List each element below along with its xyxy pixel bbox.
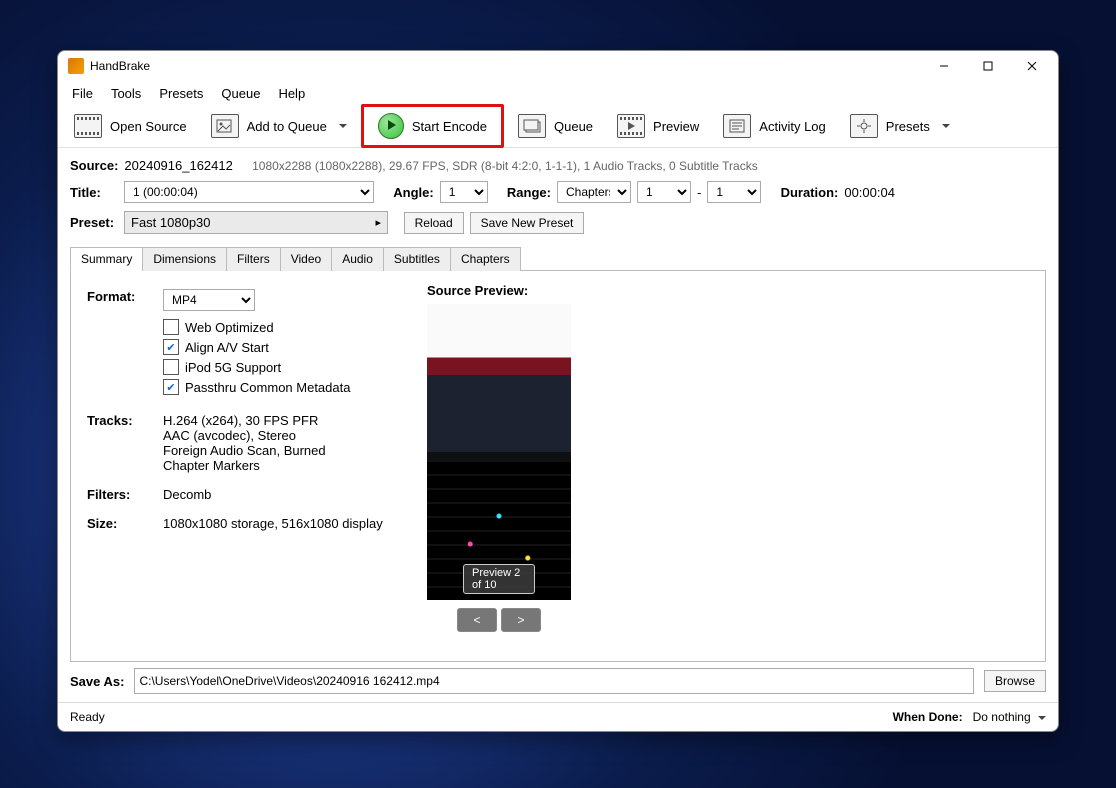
passthru-label: Passthru Common Metadata: [185, 380, 350, 395]
source-preview-label: Source Preview:: [427, 283, 1029, 298]
play-icon: [378, 113, 404, 139]
web-optimized-checkbox[interactable]: [163, 319, 179, 335]
maximize-button[interactable]: [966, 51, 1010, 81]
format-select[interactable]: MP4: [163, 289, 255, 311]
passthru-checkbox[interactable]: ✔: [163, 379, 179, 395]
statusbar: Ready When Done: Do nothing: [58, 702, 1058, 731]
source-preview-image: Preview 2 of 10: [427, 304, 571, 600]
range-type-select[interactable]: Chapters: [557, 181, 631, 203]
tab-video[interactable]: Video: [280, 247, 332, 271]
status-text: Ready: [70, 710, 105, 724]
tab-chapters[interactable]: Chapters: [450, 247, 521, 271]
open-source-label: Open Source: [110, 119, 187, 134]
duration-label: Duration:: [781, 185, 839, 200]
activity-log-label: Activity Log: [759, 119, 825, 134]
tabs: Summary Dimensions Filters Video Audio S…: [70, 246, 1046, 271]
preview-next-button[interactable]: >: [501, 608, 541, 632]
presets-button[interactable]: Presets: [840, 110, 960, 142]
web-optimized-label: Web Optimized: [185, 320, 274, 335]
menu-presets[interactable]: Presets: [151, 84, 211, 103]
start-encode-label: Start Encode: [412, 119, 487, 134]
filters-label: Filters:: [87, 487, 163, 502]
window-title: HandBrake: [90, 59, 922, 73]
start-encode-highlight: Start Encode: [361, 104, 504, 148]
queue-button[interactable]: Queue: [508, 110, 603, 142]
tab-audio[interactable]: Audio: [331, 247, 384, 271]
format-label: Format:: [87, 289, 163, 399]
menu-tools[interactable]: Tools: [103, 84, 149, 103]
app-icon: [68, 58, 84, 74]
preview-button[interactable]: Preview: [607, 110, 709, 142]
ipod-label: iPod 5G Support: [185, 360, 281, 375]
source-details: 1080x2288 (1080x2288), 29.67 FPS, SDR (8…: [252, 159, 758, 173]
track-line: H.264 (x264), 30 FPS PFR: [163, 413, 407, 428]
size-label: Size:: [87, 516, 163, 531]
title-select[interactable]: 1 (00:00:04): [124, 181, 374, 203]
open-source-button[interactable]: Open Source: [64, 110, 197, 142]
ipod-checkbox[interactable]: [163, 359, 179, 375]
save-new-preset-button[interactable]: Save New Preset: [470, 212, 585, 234]
filmstrip-icon: [74, 114, 102, 138]
when-done-select[interactable]: Do nothing: [973, 710, 1046, 724]
chevron-down-icon: [339, 124, 347, 128]
save-as-input[interactable]: [134, 668, 974, 694]
preview-badge: Preview 2 of 10: [463, 564, 535, 594]
preset-value: Fast 1080p30: [131, 215, 211, 230]
track-line: Chapter Markers: [163, 458, 407, 473]
range-label: Range:: [507, 185, 551, 200]
angle-select[interactable]: 1: [440, 181, 488, 203]
align-av-checkbox[interactable]: ✔: [163, 339, 179, 355]
activity-log-button[interactable]: Activity Log: [713, 110, 835, 142]
angle-label: Angle:: [393, 185, 433, 200]
gear-icon: [850, 114, 878, 138]
queue-label: Queue: [554, 119, 593, 134]
log-icon: [723, 114, 751, 138]
source-label: Source:: [70, 158, 118, 173]
tab-summary[interactable]: Summary: [70, 247, 143, 271]
tab-dimensions[interactable]: Dimensions: [142, 247, 227, 271]
preview-prev-button[interactable]: <: [457, 608, 497, 632]
browse-button[interactable]: Browse: [984, 670, 1046, 692]
align-av-label: Align A/V Start: [185, 340, 269, 355]
image-plus-icon: [211, 114, 239, 138]
range-from-select[interactable]: 1: [637, 181, 691, 203]
track-line: Foreign Audio Scan, Burned: [163, 443, 407, 458]
size-value: 1080x1080 storage, 516x1080 display: [163, 516, 407, 531]
menu-queue[interactable]: Queue: [213, 84, 268, 103]
track-line: AAC (avcodec), Stereo: [163, 428, 407, 443]
preset-select[interactable]: Fast 1080p30 ▸: [124, 211, 388, 234]
presets-label: Presets: [886, 119, 930, 134]
range-separator: -: [697, 185, 701, 200]
range-to-select[interactable]: 1: [707, 181, 761, 203]
close-button[interactable]: [1010, 51, 1054, 81]
queue-icon: [518, 114, 546, 138]
menubar: File Tools Presets Queue Help: [58, 81, 1058, 105]
menu-help[interactable]: Help: [270, 84, 313, 103]
source-name: 20240916_162412: [124, 158, 232, 173]
titlebar: HandBrake: [58, 51, 1058, 81]
tab-subtitles[interactable]: Subtitles: [383, 247, 451, 271]
filters-value: Decomb: [163, 487, 407, 502]
chevron-down-icon: [1038, 716, 1046, 720]
menu-file[interactable]: File: [64, 84, 101, 103]
title-label: Title:: [70, 185, 118, 200]
minimize-button[interactable]: [922, 51, 966, 81]
preset-label: Preset:: [70, 215, 118, 230]
add-to-queue-button[interactable]: Add to Queue: [201, 110, 357, 142]
summary-panel: Format: MP4 Web Optimized ✔ Align A/V St…: [70, 271, 1046, 662]
preview-label: Preview: [653, 119, 699, 134]
save-as-label: Save As:: [70, 674, 124, 689]
preview-icon: [617, 114, 645, 138]
tracks-label: Tracks:: [87, 413, 163, 473]
duration-value: 00:00:04: [844, 185, 895, 200]
start-encode-button[interactable]: Start Encode: [368, 109, 497, 143]
add-to-queue-label: Add to Queue: [247, 119, 327, 134]
handbrake-window: HandBrake File Tools Presets Queue Help …: [57, 50, 1059, 732]
when-done-label: When Done:: [893, 710, 963, 724]
tab-filters[interactable]: Filters: [226, 247, 281, 271]
toolbar: Open Source Add to Queue Start Encode Qu…: [58, 105, 1058, 148]
reload-button[interactable]: Reload: [404, 212, 464, 234]
chevron-down-icon: [942, 124, 950, 128]
